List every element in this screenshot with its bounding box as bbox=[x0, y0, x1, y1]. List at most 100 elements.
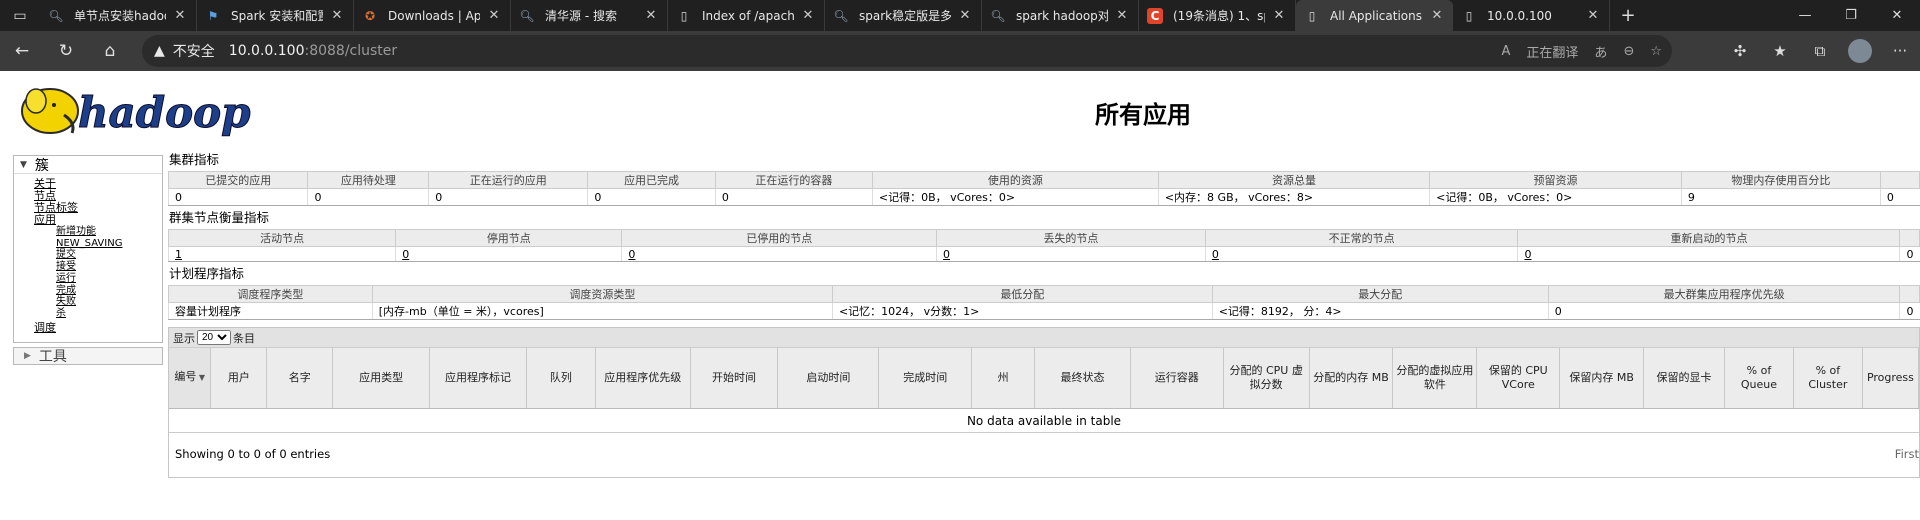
app-state-finished[interactable]: 完成 bbox=[56, 285, 162, 297]
apps-column-header[interactable]: 分配的内存 MB bbox=[1309, 348, 1394, 409]
insecure-label[interactable]: 不安全 bbox=[173, 41, 215, 61]
refresh-icon[interactable]: ↻ bbox=[44, 31, 88, 71]
translate-icon[interactable]: あ bbox=[1594, 42, 1607, 61]
app-state-failed[interactable]: 失败 bbox=[56, 296, 162, 308]
app-state-new-saving[interactable]: NEW_SAVING bbox=[56, 238, 162, 250]
cluster-metric-value-1: 0 bbox=[307, 188, 429, 206]
browser-tab[interactable]: ✪ Downloads | Apache ✕ bbox=[354, 0, 511, 31]
app-state-new[interactable]: 新增功能 bbox=[56, 226, 162, 238]
apps-column-header[interactable]: 保留的 CPU VCore bbox=[1476, 348, 1561, 409]
scheduler-metric-value-4: 0 bbox=[1547, 302, 1900, 320]
cluster-metric-value-5: <记得：0B， vCores：0> bbox=[871, 188, 1159, 206]
browser-tab[interactable]: 🔍︎ spark稳定版是多少 ✕ bbox=[825, 0, 982, 31]
favorites-icon[interactable]: ★ bbox=[1760, 42, 1800, 60]
cluster-metric-header-5: 使用的资源 bbox=[871, 171, 1159, 189]
window-controls: — ❐ ✕ bbox=[1782, 0, 1920, 31]
close-window-icon[interactable]: ✕ bbox=[1874, 0, 1920, 31]
node-metric-value-link[interactable]: 0 bbox=[1524, 248, 1531, 261]
apps-column-header[interactable]: 启动时间 bbox=[777, 348, 880, 409]
apps-column-header[interactable]: 保留的显卡 bbox=[1643, 348, 1725, 409]
apps-column-header[interactable]: 名字 bbox=[266, 348, 334, 409]
apps-column-header[interactable]: 队列 bbox=[526, 348, 596, 409]
tab-title: spark稳定版是多少 bbox=[859, 9, 951, 23]
apps-column-header[interactable]: 完成时间 bbox=[878, 348, 973, 409]
tab-actions-menu-icon[interactable]: ▭ bbox=[0, 0, 40, 31]
apps-column-header[interactable]: 应用程序优先级 bbox=[595, 348, 691, 409]
node-metric-value-link[interactable]: 0 bbox=[1212, 248, 1219, 261]
minimize-icon[interactable]: — bbox=[1782, 0, 1828, 31]
browser-tab[interactable]: 🔍︎ 单节点安装hadoop ✕ bbox=[40, 0, 197, 31]
apps-column-header[interactable]: 州 bbox=[971, 348, 1036, 409]
warning-icon[interactable]: ▲ bbox=[154, 43, 165, 59]
tab-close-icon[interactable]: ✕ bbox=[800, 8, 816, 23]
address-bar[interactable]: ▲ 不安全 10.0.0.100 :8088/cluster A 正在翻译 あ … bbox=[142, 35, 1672, 67]
node-metric-value-link[interactable]: 0 bbox=[402, 248, 409, 261]
favorite-icon[interactable]: ☆ bbox=[1650, 44, 1662, 59]
apps-column-header[interactable]: % of Cluster bbox=[1793, 348, 1863, 409]
apps-column-header[interactable]: 应用程序标记 bbox=[429, 348, 527, 409]
browser-tab[interactable]: ▯ All Applications ✕ bbox=[1296, 0, 1453, 31]
tab-close-icon[interactable]: ✕ bbox=[957, 8, 973, 23]
hadoop-logo[interactable]: hadoop bbox=[14, 81, 254, 141]
tab-close-icon[interactable]: ✕ bbox=[329, 8, 345, 23]
translate-status[interactable]: 正在翻译 bbox=[1526, 42, 1578, 61]
collections-icon[interactable]: ⧉ bbox=[1800, 42, 1840, 60]
browser-tab[interactable]: ⚑ Spark 安装和配置 ✕ bbox=[197, 0, 354, 31]
node-metric-value-link[interactable]: 1 bbox=[175, 248, 182, 261]
new-tab-button[interactable]: + bbox=[1610, 0, 1646, 31]
tab-title: Spark 安装和配置 bbox=[231, 9, 323, 23]
apps-column-header[interactable]: 分配的虚拟应用软件 bbox=[1392, 348, 1478, 409]
browser-tab[interactable]: 🔍︎ 清华源 - 搜索 ✕ bbox=[511, 0, 668, 31]
node-metric-value-link[interactable]: 0 bbox=[943, 248, 950, 261]
tab-close-icon[interactable]: ✕ bbox=[643, 8, 659, 23]
scheduler-metrics-table: 调度程序类型 调度资源类型 最低分配 最大分配 最大群集应用程序优先级 容量计划程序 [内… bbox=[168, 285, 1920, 320]
read-aloud-icon[interactable]: A bbox=[1502, 44, 1511, 59]
sidebar: ▼ 簇 关于 节点 节点标签 应用 新增功能 NEW_SAVING 提交 接受 … bbox=[13, 155, 163, 365]
app-state-killed[interactable]: 杀 bbox=[56, 308, 162, 320]
logo-wordmark: hadoop bbox=[78, 88, 251, 137]
app-state-running[interactable]: 运行 bbox=[56, 273, 162, 285]
tab-close-icon[interactable]: ✕ bbox=[172, 8, 188, 23]
browser-tab[interactable]: C (19条消息) 1、spar ✕ bbox=[1139, 0, 1296, 31]
sidebar-item-applications[interactable]: 应用 bbox=[34, 214, 162, 226]
node-metrics-title: 群集节点衡量指标 bbox=[169, 210, 270, 225]
restore-icon[interactable]: ❐ bbox=[1828, 0, 1874, 31]
applications-panel: 显示 20 条目 编号 ▼ 用户 名字 应用类型 应用程序标记 队列 应用程序优先级 开始时间… bbox=[168, 327, 1920, 478]
settings-more-icon[interactable]: ··· bbox=[1880, 42, 1920, 60]
cluster-panel-header[interactable]: ▼ 簇 bbox=[14, 156, 162, 174]
browser-tab[interactable]: ▯ 10.0.0.100 ✕ bbox=[1453, 0, 1610, 31]
extensions-icon[interactable]: ✣ bbox=[1720, 42, 1760, 60]
app-state-accepted[interactable]: 接受 bbox=[56, 261, 162, 273]
home-icon[interactable]: ⌂ bbox=[88, 31, 132, 71]
sidebar-item-scheduler[interactable]: 调度 bbox=[34, 321, 162, 334]
tab-close-icon[interactable]: ✕ bbox=[1271, 8, 1287, 23]
apps-column-header[interactable]: 最终状态 bbox=[1034, 348, 1131, 409]
tab-close-icon[interactable]: ✕ bbox=[1429, 8, 1445, 23]
scheduler-metric-value-5: 0 bbox=[1899, 302, 1920, 320]
tab-close-icon[interactable]: ✕ bbox=[1114, 8, 1130, 23]
tools-panel-header[interactable]: ▶ 工具 bbox=[13, 346, 163, 365]
back-icon[interactable]: ← bbox=[0, 31, 44, 71]
browser-tab[interactable]: ▯ Index of /apache/s ✕ bbox=[668, 0, 825, 31]
browser-tab[interactable]: 🔍︎ spark hadoop对应 ✕ bbox=[982, 0, 1139, 31]
pager-first-button[interactable]: First bbox=[1895, 447, 1919, 461]
app-state-submitted[interactable]: 提交 bbox=[56, 249, 162, 261]
column-label: 应用类型 bbox=[359, 370, 404, 384]
page-size-select[interactable]: 20 bbox=[197, 330, 231, 345]
apps-column-header[interactable]: 开始时间 bbox=[690, 348, 779, 409]
zoom-icon[interactable]: ⊖ bbox=[1623, 44, 1634, 59]
apps-column-header[interactable]: 保留内存 MB bbox=[1559, 348, 1645, 409]
apps-column-header[interactable]: 分配的 CPU 虚拟分数 bbox=[1223, 348, 1310, 409]
apps-column-header[interactable]: Progress bbox=[1862, 348, 1920, 409]
page-size-control: 显示 20 条目 bbox=[169, 328, 1919, 348]
apps-column-header[interactable]: 应用类型 bbox=[332, 348, 431, 409]
node-metric-value-link[interactable]: 0 bbox=[628, 248, 635, 261]
profile-avatar[interactable] bbox=[1848, 39, 1872, 63]
apps-column-header[interactable]: 用户 bbox=[210, 348, 268, 409]
apps-column-header[interactable]: 编号 ▼ bbox=[169, 348, 212, 409]
apps-column-header[interactable]: 运行容器 bbox=[1130, 348, 1224, 409]
tab-close-icon[interactable]: ✕ bbox=[1585, 8, 1601, 23]
apps-column-header[interactable]: % of Queue bbox=[1724, 348, 1794, 409]
tab-close-icon[interactable]: ✕ bbox=[486, 8, 502, 23]
show-label: 显示 bbox=[173, 331, 195, 345]
